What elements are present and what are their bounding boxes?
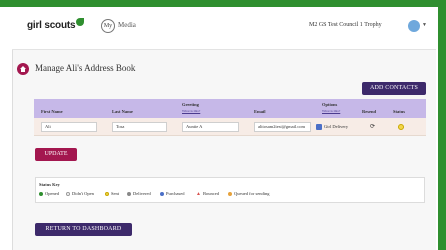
header-last-name: Last Name bbox=[112, 109, 133, 114]
first-name-field[interactable]: Ali bbox=[41, 122, 97, 132]
status-sent-icon bbox=[398, 124, 404, 130]
girl-scouts-logo[interactable]: girl scouts bbox=[27, 20, 76, 31]
status-key-title: Status Key bbox=[39, 182, 60, 187]
header-status: Status bbox=[393, 109, 406, 114]
my-badge-icon[interactable]: My bbox=[101, 19, 115, 33]
last-name-field[interactable]: Tosa bbox=[112, 122, 167, 132]
app-window: girl scouts My Media M2 GS Test Council … bbox=[0, 0, 446, 250]
status-key-opened: Opened bbox=[39, 191, 59, 196]
header-greeting: Greeting bbox=[182, 102, 199, 107]
resend-icon[interactable]: ⟳ bbox=[370, 123, 375, 130]
page-title: Manage Ali's Address Book bbox=[35, 63, 136, 73]
status-key-sent: Sent bbox=[105, 191, 119, 196]
header-first-name: First Name bbox=[41, 109, 63, 114]
status-key-didnt-open: Didn't Open bbox=[66, 191, 94, 196]
greeting-help-link[interactable]: What is this? bbox=[182, 109, 200, 113]
status-key-panel bbox=[35, 177, 425, 203]
top-bar bbox=[12, 8, 436, 50]
council-label: M2 GS Test Council 1 Trophy bbox=[309, 22, 382, 28]
window-edge-right bbox=[438, 0, 446, 250]
add-contacts-button[interactable]: ADD CONTACTS bbox=[362, 82, 426, 95]
status-key-bounced: ▲ Bounced bbox=[196, 191, 219, 197]
chevron-down-icon[interactable]: ▼ bbox=[422, 23, 427, 28]
media-link[interactable]: Media bbox=[118, 21, 136, 29]
girl-delivery-label: Girl Delivery bbox=[324, 124, 349, 129]
status-key-queued: Queued for sending bbox=[228, 191, 270, 196]
girl-delivery-checkbox[interactable] bbox=[316, 124, 322, 130]
trefoil-icon bbox=[76, 18, 84, 26]
email-field[interactable]: alitosam2test@gmail.com bbox=[254, 122, 311, 132]
options-help-link[interactable]: What is this? bbox=[322, 109, 340, 113]
status-key-delivered: Delivered bbox=[127, 191, 151, 196]
return-to-dashboard-button[interactable]: RETURN TO DASHBOARD bbox=[35, 223, 132, 236]
greeting-field[interactable]: Auntie A bbox=[182, 122, 239, 132]
header-email: Email bbox=[254, 109, 266, 114]
home-icon[interactable] bbox=[17, 63, 29, 75]
status-key-purchased: Purchased bbox=[160, 191, 185, 196]
update-button[interactable]: UPDATE bbox=[35, 148, 77, 161]
header-options: Options bbox=[322, 102, 338, 107]
window-edge-top bbox=[0, 0, 446, 7]
header-resend: Resend bbox=[362, 109, 377, 114]
avatar[interactable] bbox=[408, 20, 420, 32]
